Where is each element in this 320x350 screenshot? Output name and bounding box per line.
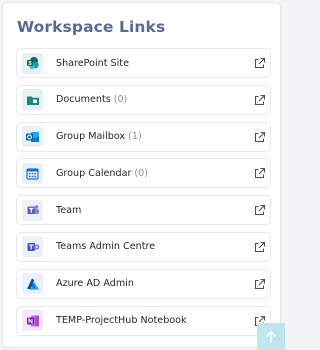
link-label: SharePoint Site xyxy=(56,57,129,69)
link-label: Team xyxy=(56,204,82,216)
link-count: (0) xyxy=(134,167,148,179)
external-link-icon[interactable] xyxy=(253,94,266,107)
link-label: Azure AD Admin xyxy=(56,278,134,290)
external-link-icon[interactable] xyxy=(253,131,266,144)
link-label: TEMP-ProjectHub Notebook xyxy=(56,315,187,327)
scroll-to-top-button[interactable] xyxy=(257,323,285,350)
link-sharepoint-site[interactable]: S SharePoint Site xyxy=(16,48,271,78)
external-link-icon[interactable] xyxy=(253,278,266,291)
external-link-icon[interactable] xyxy=(253,167,266,180)
link-label: Group Calendar xyxy=(56,167,132,179)
azure-icon xyxy=(22,273,43,295)
link-count: (1) xyxy=(128,131,142,143)
teams-icon xyxy=(22,199,43,221)
link-label: Teams Admin Centre xyxy=(56,241,156,253)
outlook-icon xyxy=(22,126,43,148)
folder-icon xyxy=(22,89,43,111)
card-title: Workspace Links xyxy=(17,18,166,36)
link-count: (0) xyxy=(113,94,128,106)
calendar-icon xyxy=(22,162,43,184)
link-azure-ad-admin[interactable]: Azure AD Admin xyxy=(16,268,271,299)
link-group-calendar[interactable]: Group Calendar (0) xyxy=(16,158,271,189)
external-link-icon[interactable] xyxy=(253,57,266,70)
link-label: Group Mailbox xyxy=(56,131,126,143)
link-label: Documents xyxy=(56,94,111,106)
link-team[interactable]: Team xyxy=(16,195,271,226)
external-link-icon[interactable] xyxy=(253,204,266,217)
teams-admin-icon xyxy=(22,236,43,258)
onenote-icon xyxy=(22,310,43,332)
link-teams-admin-centre[interactable]: Teams Admin Centre xyxy=(16,231,271,262)
arrow-up-icon xyxy=(266,330,276,343)
sharepoint-icon: S xyxy=(22,52,43,74)
svg-text:S: S xyxy=(28,61,32,67)
link-documents[interactable]: Documents (0) xyxy=(16,84,271,115)
links-list: S SharePoint Site Documents (0) Group Ma… xyxy=(16,48,271,342)
link-projecthub-notebook[interactable]: TEMP-ProjectHub Notebook xyxy=(16,305,271,336)
workspace-links-card: Workspace Links S SharePoint Site Docume… xyxy=(2,2,281,348)
link-group-mailbox[interactable]: Group Mailbox (1) xyxy=(16,121,271,152)
external-link-icon[interactable] xyxy=(253,241,266,254)
